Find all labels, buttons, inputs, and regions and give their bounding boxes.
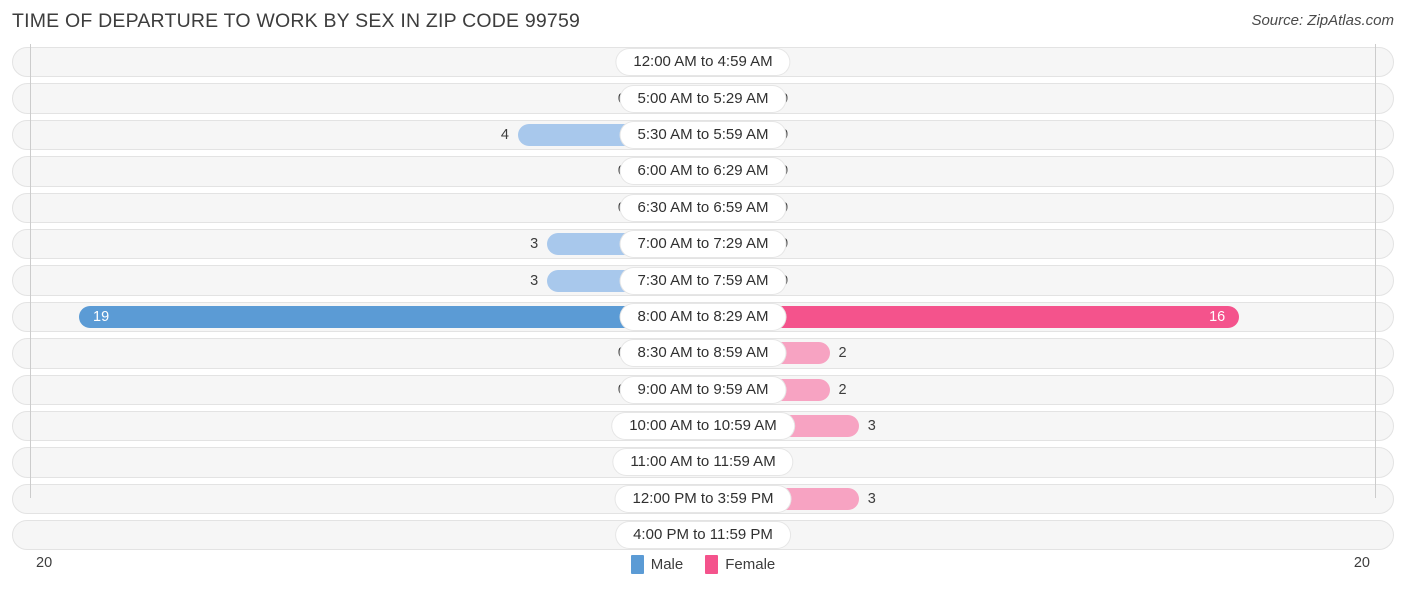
legend-item-female[interactable]: Female [705, 555, 775, 574]
table-row[interactable]: 004:00 PM to 11:59 PM [12, 517, 1394, 553]
category-label: 5:00 AM to 5:29 AM [620, 85, 786, 112]
category-label: 6:00 AM to 6:29 AM [620, 158, 786, 185]
male-half: 0 [12, 335, 703, 371]
chart-header: TIME OF DEPARTURE TO WORK BY SEX IN ZIP … [0, 0, 1406, 44]
category-label: 7:30 AM to 7:59 AM [620, 267, 786, 294]
female-half: 0 [703, 153, 1394, 189]
female-value-label: 3 [867, 418, 876, 435]
female-half: 0 [703, 517, 1394, 553]
female-half: 0 [703, 444, 1394, 480]
male-half: 4 [12, 117, 703, 153]
bar-rows-container: 0012:00 AM to 4:59 AM005:00 AM to 5:29 A… [12, 44, 1394, 553]
table-row[interactable]: 3 07:00 AM to 7:29 AM [12, 226, 1394, 262]
table-row[interactable]: 006:30 AM to 6:59 AM [12, 190, 1394, 226]
female-half: 0 [703, 44, 1394, 80]
chart-legend: Male Female [12, 555, 1394, 574]
legend-item-male[interactable]: Male [630, 555, 684, 574]
category-label: 8:30 AM to 8:59 AM [620, 340, 786, 367]
male-half: 0 [12, 408, 703, 444]
male-half: 0 [12, 80, 703, 116]
female-value-label: 3 [867, 490, 876, 507]
female-value-label: 16 [1209, 308, 1226, 325]
category-label: 8:00 AM to 8:29 AM [620, 303, 786, 330]
category-label: 12:00 PM to 3:59 PM [615, 485, 791, 512]
male-half: 0 [12, 517, 703, 553]
table-row[interactable]: 0012:00 AM to 4:59 AM [12, 44, 1394, 80]
female-value-label: 2 [838, 381, 847, 398]
female-color-swatch [705, 555, 719, 574]
male-value-label: 3 [530, 236, 539, 253]
male-value-label: 19 [93, 308, 110, 325]
female-half: 3 [703, 408, 1394, 444]
table-row[interactable]: 0 3 10:00 AM to 10:59 AM [12, 408, 1394, 444]
male-bar[interactable]: 19 [79, 305, 703, 328]
male-half: 3 [12, 262, 703, 298]
chart-plot-area: 0012:00 AM to 4:59 AM005:00 AM to 5:29 A… [12, 44, 1394, 551]
male-half: 19 [12, 299, 703, 335]
category-label: 6:30 AM to 6:59 AM [620, 194, 786, 221]
category-label: 11:00 AM to 11:59 AM [613, 449, 793, 476]
legend-label-male: Male [650, 556, 684, 573]
male-half: 3 [12, 226, 703, 262]
category-label: 7:00 AM to 7:29 AM [620, 231, 786, 258]
female-half: 0 [703, 190, 1394, 226]
male-half: 0 [12, 372, 703, 408]
female-half: 0 [703, 262, 1394, 298]
category-label: 4:00 PM to 11:59 PM [616, 522, 790, 549]
table-row[interactable]: 006:00 AM to 6:29 AM [12, 153, 1394, 189]
male-half: 0 [12, 444, 703, 480]
table-row[interactable]: 0 2 9:00 AM to 9:59 AM [12, 372, 1394, 408]
table-row[interactable]: 005:00 AM to 5:29 AM [12, 80, 1394, 116]
male-value-label: 4 [500, 126, 509, 143]
axis-rule-right [1375, 44, 1376, 498]
table-row[interactable]: 0 2 8:30 AM to 8:59 AM [12, 335, 1394, 371]
table-row[interactable]: 0 3 12:00 PM to 3:59 PM [12, 481, 1394, 517]
female-half: 0 [703, 80, 1394, 116]
table-row[interactable]: 19 16 8:00 AM to 8:29 AM [12, 299, 1394, 335]
category-label: 9:00 AM to 9:59 AM [620, 376, 786, 403]
category-label: 5:30 AM to 5:59 AM [620, 121, 786, 148]
category-label: 12:00 AM to 4:59 AM [616, 49, 790, 76]
table-row[interactable]: 4 05:30 AM to 5:59 AM [12, 117, 1394, 153]
male-color-swatch [630, 555, 644, 574]
male-value-label: 3 [530, 272, 539, 289]
category-label: 10:00 AM to 10:59 AM [612, 413, 794, 440]
female-half: 16 [703, 299, 1394, 335]
female-half: 2 [703, 335, 1394, 371]
male-half: 0 [12, 190, 703, 226]
legend-label-female: Female [725, 556, 776, 573]
female-half: 0 [703, 226, 1394, 262]
chart-footer: 20 20 Male Female [12, 553, 1394, 583]
axis-rule-left [30, 44, 31, 498]
page-title: TIME OF DEPARTURE TO WORK BY SEX IN ZIP … [12, 10, 581, 32]
table-row[interactable]: 3 07:30 AM to 7:59 AM [12, 262, 1394, 298]
table-row[interactable]: 0011:00 AM to 11:59 AM [12, 444, 1394, 480]
female-value-label: 2 [838, 345, 847, 362]
male-half: 0 [12, 153, 703, 189]
source-attribution: Source: ZipAtlas.com [1251, 12, 1394, 29]
male-half: 0 [12, 481, 703, 517]
female-half: 0 [703, 117, 1394, 153]
female-half: 3 [703, 481, 1394, 517]
female-half: 2 [703, 372, 1394, 408]
male-half: 0 [12, 44, 703, 80]
